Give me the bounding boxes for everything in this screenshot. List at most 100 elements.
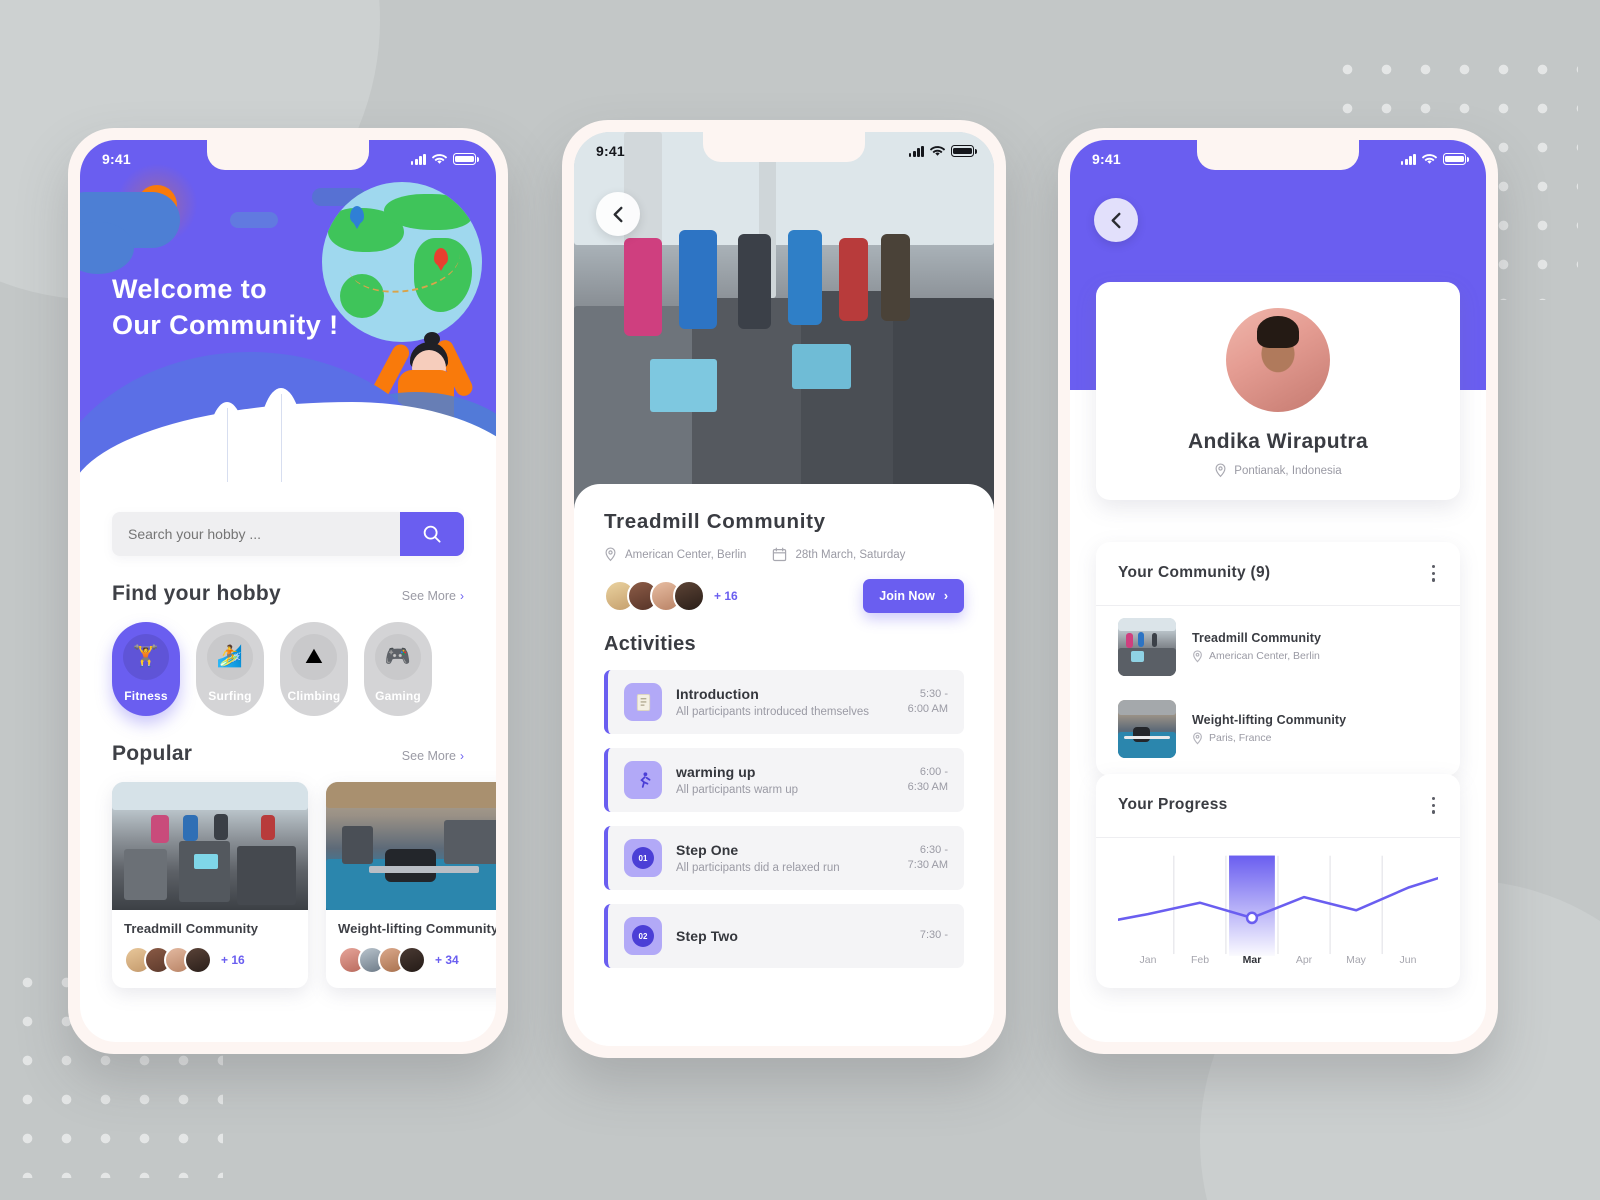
- activity-item-step-one[interactable]: 01 Step One All participants did a relax…: [604, 826, 964, 890]
- search-input[interactable]: [112, 512, 400, 556]
- avatar: [184, 946, 212, 974]
- chevron-right-icon: ›: [460, 749, 464, 763]
- card-title: Weight-lifting Community: [338, 921, 496, 936]
- your-progress-header: Your Progress: [1096, 774, 1460, 838]
- back-button[interactable]: [1094, 198, 1138, 242]
- hero-illustration: Welcome to Our Community !: [80, 140, 496, 492]
- community-location: American Center, Berlin: [1192, 649, 1321, 663]
- hobby-label: Fitness: [124, 689, 168, 703]
- community-name: Treadmill Community: [1192, 630, 1322, 645]
- hobby-item-gaming[interactable]: 🎮 Gaming: [364, 622, 432, 716]
- kebab-menu-icon[interactable]: [1429, 562, 1438, 585]
- progress-chart-svg: [1118, 855, 1438, 956]
- dumbbell-icon: 🏋: [123, 634, 169, 680]
- welcome-line-1: Welcome to: [112, 274, 268, 304]
- chart-month-label: Apr: [1295, 953, 1313, 966]
- activity-time: 6:30 - 7:30 AM: [907, 843, 948, 871]
- community-location-text: Paris, France: [1209, 732, 1272, 745]
- step-number-icon: 01: [624, 839, 662, 877]
- calendar-icon: [773, 547, 787, 562]
- popular-card[interactable]: Weight-lifting Community + 34: [326, 782, 496, 988]
- card-title: Treadmill Community: [124, 921, 259, 936]
- cellular-signal-icon: [410, 153, 426, 165]
- event-location-text: American Center, Berlin: [625, 548, 747, 561]
- search-icon: [423, 525, 441, 543]
- see-more-label: See More: [401, 589, 456, 603]
- search-button[interactable]: [400, 512, 464, 556]
- activity-time: 6:00 - 6:30 AM: [907, 765, 948, 793]
- welcome-heading: Welcome to Our Community !: [112, 272, 339, 343]
- chart-month-label: Mar: [1242, 953, 1262, 966]
- activity-desc: All participants warm up: [676, 784, 799, 796]
- popular-card[interactable]: Treadmill Community + 16: [112, 782, 308, 988]
- map-pin-icon: [350, 206, 364, 229]
- card-members: + 16: [112, 936, 308, 988]
- chart-month-label: Jun: [1399, 953, 1417, 966]
- hobby-label: Surfing: [208, 689, 252, 703]
- chart-x-axis-labels: Jan Feb Mar Apr May Jun: [1118, 954, 1438, 966]
- see-more-label: See More: [401, 749, 456, 763]
- location-pin-icon: [1193, 649, 1202, 663]
- community-list-item[interactable]: Treadmill Community American Center, Ber…: [1096, 606, 1460, 688]
- step-number-icon: 02: [624, 917, 662, 955]
- search-bar[interactable]: [112, 512, 464, 556]
- popular-title: Popular: [112, 742, 193, 765]
- wifi-icon: [432, 153, 447, 165]
- back-button[interactable]: [596, 192, 640, 236]
- hobby-label: Climbing: [287, 689, 341, 703]
- activity-item-step-two[interactable]: 02 Step Two 7:30 -: [604, 904, 964, 968]
- chevron-left-icon: [1111, 212, 1121, 228]
- activity-name: Step Two: [676, 928, 738, 944]
- hobby-item-surfing[interactable]: 🏄 Surfing: [196, 622, 264, 716]
- wifi-icon: [1422, 153, 1437, 165]
- popular-see-more[interactable]: See More ›: [402, 749, 464, 763]
- device-notch: [1197, 140, 1359, 170]
- battery-icon: [453, 153, 479, 165]
- activity-name: Introduction: [676, 686, 759, 702]
- status-bar-clock: 9:41: [1092, 151, 1121, 167]
- activity-item-introduction[interactable]: Introduction All participants introduced…: [604, 670, 964, 734]
- activity-time: 7:30 -: [919, 929, 948, 942]
- chart-highlight-bar: [1229, 855, 1275, 956]
- event-date: 28th March, Saturday: [772, 547, 905, 562]
- document-icon: [624, 683, 662, 721]
- hobby-item-fitness[interactable]: 🏋 Fitness: [112, 622, 180, 716]
- join-now-button[interactable]: Join Now ›: [863, 579, 964, 613]
- location-pin-icon: [605, 547, 616, 562]
- avatar: [673, 580, 705, 612]
- step-badge: 02: [632, 925, 654, 947]
- status-bar-clock: 9:41: [596, 143, 625, 159]
- activity-desc: All participants introduced themselves: [676, 706, 870, 718]
- community-thumbnail-weightlifting: [1118, 699, 1176, 758]
- hero-photo-treadmill: [574, 132, 994, 510]
- event-title: Treadmill Community: [604, 510, 826, 533]
- chevron-right-icon: ›: [943, 589, 948, 603]
- community-location: Paris, France: [1192, 731, 1346, 745]
- hobby-label: Gaming: [375, 689, 421, 703]
- phone-community-detail: 9:41 Treadmill Community American Center…: [562, 120, 1006, 1058]
- profile-content: Your Community (9) Treadmill Community A…: [1070, 140, 1486, 1042]
- chart-marker-point: [1245, 911, 1259, 924]
- cloud-shape: [230, 212, 278, 228]
- your-community-title: Your Community (9): [1118, 564, 1271, 582]
- card-photo-treadmill: [112, 782, 308, 910]
- hobby-item-climbing[interactable]: ⛰ Climbing: [280, 622, 348, 716]
- phone-profile-screen: 9:41 Andika Wiraputra Pontianak, Indones…: [1058, 128, 1498, 1054]
- find-hobby-title: Find your hobby: [112, 582, 281, 605]
- welcome-line-2: Our Community !: [112, 309, 339, 340]
- find-hobby-header: Find your hobby See More ›: [112, 582, 464, 606]
- progress-chart: Jan Feb Mar Apr May Jun: [1096, 838, 1460, 988]
- avatar: [398, 946, 426, 974]
- activity-desc: All participants did a relaxed run: [676, 862, 840, 874]
- surfboard-icon: 🏄: [207, 634, 253, 680]
- chevron-right-icon: ›: [460, 589, 464, 603]
- card-photo-weightlifting: [326, 782, 496, 910]
- find-hobby-see-more[interactable]: See More ›: [402, 589, 464, 603]
- activity-item-warming-up[interactable]: warming up All participants warm up 6:00…: [604, 748, 964, 812]
- card-members: + 34: [326, 936, 496, 988]
- gamepad-icon: 🎮: [375, 634, 421, 680]
- avatar-stack: [338, 946, 426, 974]
- kebab-menu-icon[interactable]: [1429, 794, 1438, 817]
- community-list-item[interactable]: Weight-lifting Community Paris, France: [1096, 688, 1460, 776]
- wifi-icon: [930, 145, 945, 157]
